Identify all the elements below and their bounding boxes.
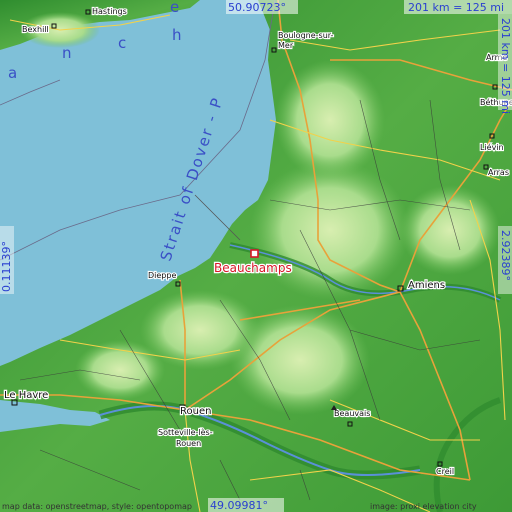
city-amiens: Amiens (408, 280, 445, 291)
attribution-left: map data: openstreetmap, style: opentopo… (2, 502, 192, 511)
channel-letter-5: e (170, 0, 181, 16)
scale-top: 201 km = 125 mi (408, 1, 504, 14)
city-sotteville-line1: Sotteville-lès- (158, 427, 213, 437)
city-dieppe: Dieppe (148, 271, 176, 280)
city-beauvais: Beauvais (334, 409, 370, 418)
city-boulogne-line1: Boulogne-sur- (278, 31, 334, 40)
main-place-label: Beauchamps (214, 261, 292, 275)
city-hastings: Hastings (92, 7, 127, 16)
city-bexhill: Bexhill (22, 25, 49, 34)
highland-6 (75, 340, 165, 400)
channel-letter-4: h (172, 26, 184, 44)
channel-letter-2: n (62, 44, 74, 62)
main-place-marker[interactable] (250, 249, 259, 258)
city-sotteville-line2: Rouen (176, 439, 201, 448)
scale-right: 201 km = 125 mi (499, 18, 512, 114)
coord-left: 0.11139° (0, 241, 13, 292)
city-creil: Creil (436, 467, 454, 476)
city-arras: Arras (488, 168, 509, 177)
coord-right: 2.92389° (499, 230, 512, 281)
coord-bottom: 49.09981° (210, 499, 268, 512)
highland-4 (400, 185, 500, 275)
map[interactable]: a n c h e Strait of Dover - P Hastings B… (0, 0, 512, 512)
city-lievin: Liévin (480, 142, 504, 152)
channel-letter-3: c (118, 34, 128, 52)
attribution-right: image: proxi elevation city (370, 502, 477, 511)
city-le-havre: Le Havre (4, 390, 48, 401)
city-rouen: Rouen (180, 406, 211, 417)
channel-letter-1: a (8, 64, 19, 82)
coord-top: 50.90723° (228, 1, 286, 14)
highland-3 (275, 60, 385, 180)
city-boulogne-line2: Mer (278, 41, 294, 50)
